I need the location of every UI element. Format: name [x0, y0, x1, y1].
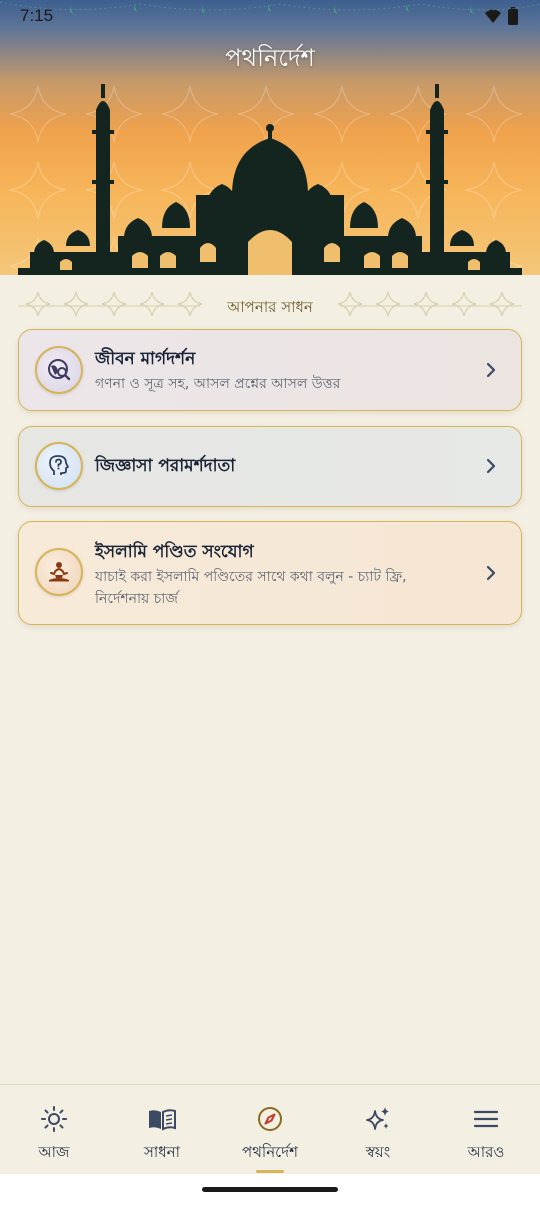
header-banner: 7:15 পথনির্দেশ [0, 0, 540, 275]
nav-item-self[interactable]: স্বয়ং [324, 1085, 432, 1175]
nav-label: আরও [467, 1143, 505, 1161]
sparkles-icon [366, 1107, 389, 1130]
chevron-right-icon [486, 565, 496, 581]
section-header: আপনার সাধন [0, 276, 540, 326]
book-icon [149, 1109, 176, 1131]
card-title: জিজ্ঞাসা পরামর্শদাতা [95, 456, 236, 476]
globe-search-icon [35, 346, 83, 394]
nav-label: সাধনা [144, 1143, 180, 1161]
nav-label: পথনির্দেশ [242, 1143, 298, 1161]
nav-item-today[interactable]: আজ [0, 1085, 108, 1175]
nav-label: আজ [38, 1143, 70, 1161]
card-title: ইসলামি পণ্ডিত সংযোগ [95, 542, 254, 562]
mosque-silhouette [18, 84, 522, 275]
home-gesture-handle[interactable] [202, 1187, 338, 1192]
active-indicator [256, 1170, 284, 1173]
card-title: জীবন মার্গদর্শন [95, 349, 196, 369]
nav-item-practice[interactable]: সাধনা [108, 1085, 216, 1175]
islamic-scholar-card[interactable]: ইসলামি পণ্ডিত সংযোগ যাচাই করা ইসলামি পণ্… [18, 521, 522, 625]
card-subtitle-line: যাচাই করা ইসলামি পণ্ডিতের সাথে কথা বলুন … [95, 569, 407, 585]
bottom-navigation: আজ সাধনা পথনির্দেশ স্বয়ং আরও [0, 1084, 540, 1174]
system-gesture-bar [0, 1174, 540, 1205]
card-subtitle: গণনা ও সূত্র সহ, আসল প্রশ্নের আসল উত্তর [95, 376, 341, 392]
menu-icon [473, 1110, 499, 1128]
card-subtitle-line: নির্দেশনায় চার্জ [95, 591, 178, 607]
chevron-right-icon [486, 362, 496, 378]
nav-label: স্বয়ং [365, 1143, 391, 1161]
head-question-icon [35, 442, 83, 490]
life-guidance-card[interactable]: জীবন মার্গদর্শন গণনা ও সূত্র সহ, আসল প্র… [18, 329, 522, 411]
section-title: আপনার সাধন [217, 298, 323, 316]
compass-icon [258, 1107, 282, 1131]
card-subtitle: যাচাই করা ইসলামি পণ্ডিতের সাথে কথা বলুন … [95, 566, 471, 610]
meditation-icon [35, 548, 83, 596]
nav-item-guidance[interactable]: পথনির্দেশ [216, 1085, 324, 1175]
sun-icon [41, 1106, 67, 1132]
inquiry-advisor-card[interactable]: জিজ্ঞাসা পরামর্শদাতা [18, 426, 522, 507]
nav-item-more[interactable]: আরও [432, 1085, 540, 1175]
chevron-right-icon [486, 458, 496, 474]
